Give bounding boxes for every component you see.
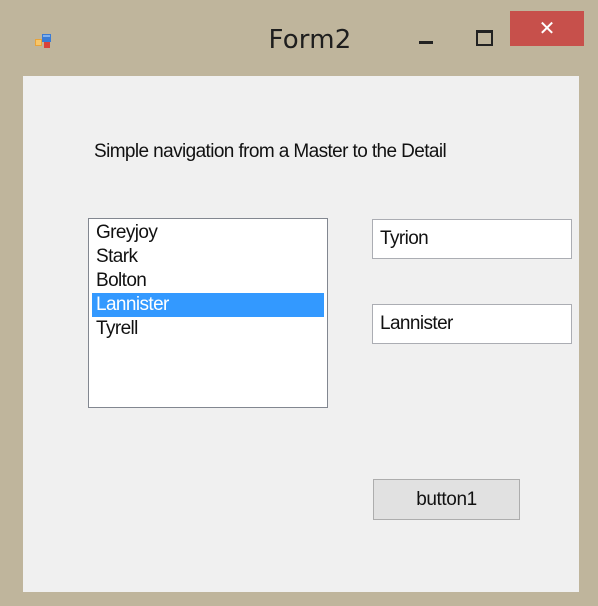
list-item-selected[interactable]: Lannister — [92, 293, 324, 317]
close-button[interactable]: ✕ — [510, 11, 584, 46]
title-bar[interactable]: Form2 ✕ — [0, 0, 598, 76]
intro-label: Simple navigation from a Master to the D… — [94, 141, 447, 162]
list-item[interactable]: Tyrell — [92, 317, 324, 341]
minimize-button[interactable] — [405, 14, 451, 54]
form2-window: Form2 ✕ Simple navigation from a Master … — [0, 0, 598, 606]
button1[interactable]: button1 — [373, 479, 520, 520]
close-icon: ✕ — [538, 16, 556, 40]
maximize-button[interactable] — [463, 14, 509, 54]
houses-listbox[interactable]: Greyjoy Stark Bolton Lannister Tyrell — [88, 218, 328, 408]
list-item[interactable]: Bolton — [92, 269, 324, 293]
app-icon[interactable] — [35, 33, 53, 49]
window-title: Form2 — [268, 25, 352, 55]
form-client-area: Simple navigation from a Master to the D… — [23, 76, 579, 592]
list-item[interactable]: Stark — [92, 245, 324, 269]
last-name-field[interactable] — [372, 304, 572, 344]
list-item[interactable]: Greyjoy — [92, 221, 324, 245]
minimize-icon — [419, 41, 433, 44]
first-name-field[interactable] — [372, 219, 572, 259]
maximize-icon — [476, 30, 493, 46]
